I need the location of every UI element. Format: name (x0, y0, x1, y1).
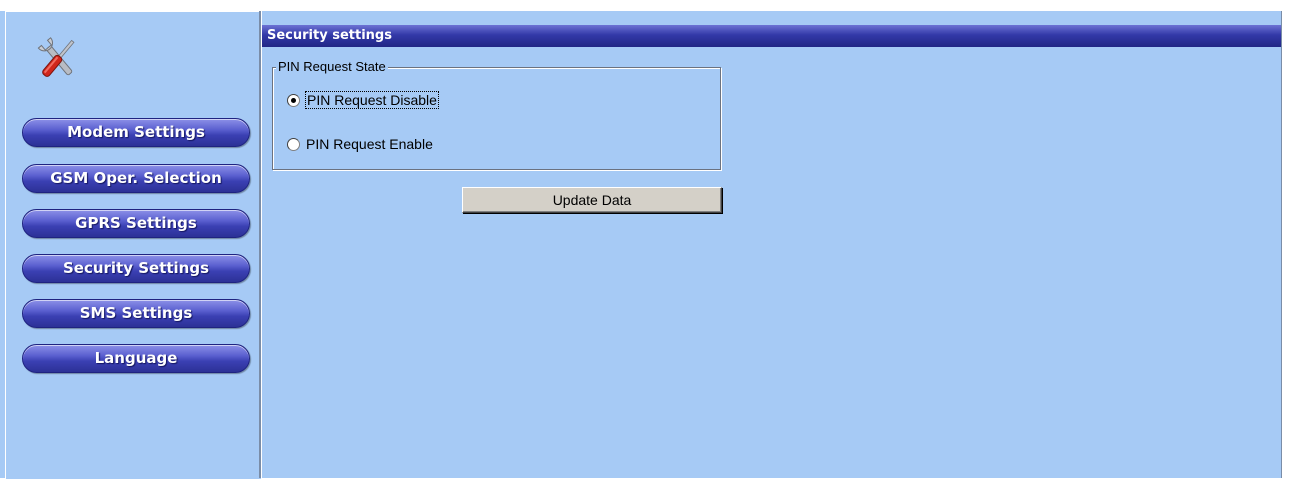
pin-request-group: PIN Request State PIN Request Disable PI… (272, 59, 721, 170)
pin-disable-radio[interactable] (287, 93, 300, 107)
pin-enable-label: PIN Request Enable (306, 136, 433, 152)
security-settings-button[interactable]: Security Settings (22, 254, 250, 283)
update-data-button[interactable]: Update Data (462, 187, 722, 213)
app-window: Modem Settings GSM Oper. Selection GPRS … (0, 0, 1293, 479)
sidebar: Modem Settings GSM Oper. Selection GPRS … (5, 11, 261, 479)
sms-settings-button[interactable]: SMS Settings (22, 299, 250, 328)
language-button[interactable]: Language (22, 344, 250, 373)
top-border (0, 0, 1293, 11)
tools-icon (37, 37, 75, 77)
pin-disable-label: PIN Request Disable (305, 91, 439, 109)
pin-enable-option[interactable]: PIN Request Enable (287, 135, 433, 153)
gsm-operator-selection-button[interactable]: GSM Oper. Selection (22, 164, 250, 193)
pin-enable-radio[interactable] (287, 137, 300, 151)
right-border (1281, 11, 1293, 478)
gprs-settings-button[interactable]: GPRS Settings (22, 209, 250, 238)
group-legend: PIN Request State (276, 59, 388, 75)
modem-settings-button[interactable]: Modem Settings (22, 118, 250, 147)
section-title: Security settings (262, 25, 1281, 47)
main-content: Security settings PIN Request State PIN … (262, 11, 1281, 478)
pin-disable-option[interactable]: PIN Request Disable (287, 91, 439, 109)
